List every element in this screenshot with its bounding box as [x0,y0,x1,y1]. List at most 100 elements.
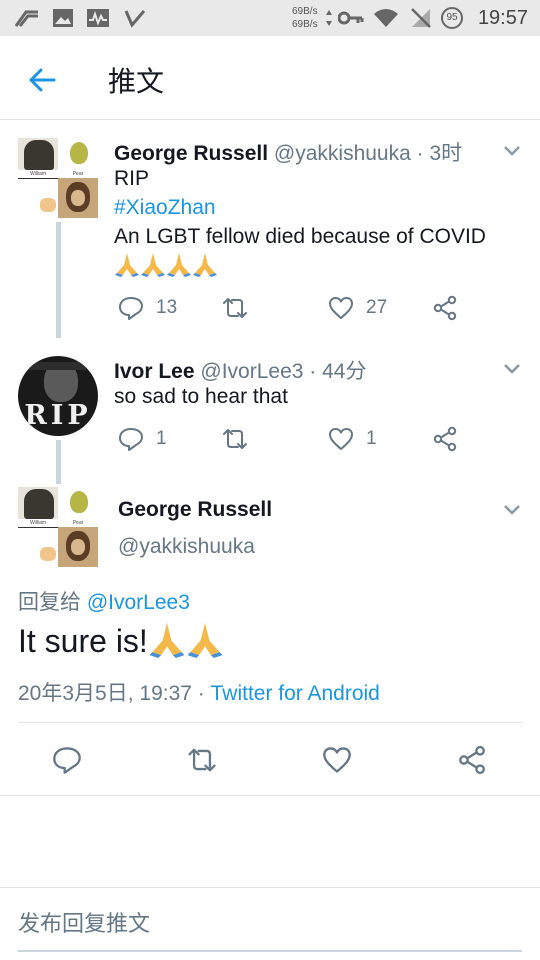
thread-line [56,440,61,484]
praying-hands-icon [149,622,185,658]
battery-level: 95 [446,12,458,23]
retweet-icon [223,429,247,449]
v-app-icon [124,10,146,28]
reply-button[interactable] [52,740,82,780]
retweet-button[interactable] [185,740,219,780]
notification-app-icon [14,10,38,27]
avatar-label-right: Pear [72,520,84,526]
retweet-icon [188,748,216,772]
net-speed-up: 69B/s [292,6,318,17]
reply-button[interactable]: 13 [118,294,177,322]
source-link[interactable]: Twitter for Android [211,682,380,705]
tweet-text: It sure is! [18,620,224,660]
heart-icon [329,297,353,319]
chevron-down-icon[interactable] [502,503,522,517]
reply-compose-input[interactable]: 发布回复推文 [18,906,522,952]
status-bar: 69B/s 69B/s 95 19:57 [0,0,540,36]
like-button[interactable]: 27 [328,294,387,322]
share-icon [433,426,457,452]
tweet-time: · 3时 [416,142,463,165]
battery-icon: 95 [441,7,463,29]
gallery-icon [53,9,73,27]
hashtag-link[interactable]: #XiaoZhan [114,193,486,222]
tweet-time: · 44分 [309,360,367,383]
net-speed-down: 69B/s [292,19,318,30]
compose-placeholder: 发布回复推文 [18,911,151,936]
tweet-text-content: It sure is! [18,623,148,659]
share-button[interactable] [432,425,458,453]
back-button[interactable] [24,62,60,98]
praying-hands-icon [167,253,191,277]
tweet-text: RIP #XiaoZhan An LGBT fellow died becaus… [114,164,486,282]
updown-arrows-icon [326,10,332,26]
thread-line [56,222,61,338]
tweet-date: 20年3月5日, 19:37 · [18,682,211,705]
avatar-rip-text: RIP [24,400,92,431]
avatar-portrait-dark: William [18,138,58,178]
app-header: 推文 [0,36,540,120]
retweet-button[interactable] [220,425,250,453]
tweet-actions: 1 1 [114,425,514,453]
praying-hands-icon [187,622,223,658]
avatar[interactable]: William Pear [18,487,98,567]
avatar-label-left: William [18,170,58,178]
heart-icon [323,747,351,773]
heart-icon [329,428,353,450]
reply-button[interactable]: 1 [118,425,167,453]
author-handle[interactable]: @IvorLee3 [200,360,303,383]
like-count: 27 [366,297,388,318]
avatar-hand [38,194,58,214]
share-button[interactable] [432,294,458,322]
like-count: 1 [366,428,377,449]
no-signal-icon [411,8,431,28]
tweet-actions: 13 27 [114,294,514,322]
back-arrow-icon [29,68,56,92]
like-button[interactable] [322,740,352,780]
praying-hands-icon [141,253,165,277]
tweet-line: An LGBT fellow died because of COVID [114,225,486,248]
reply-to-prefix: 回复给 [18,591,81,614]
wifi-icon [374,9,398,27]
reply-to-line: 回复给 @IvorLee3 [18,586,190,616]
reply-count: 1 [156,428,167,449]
avatar-shakespeare [58,527,98,567]
tweet-header: Ivor Lee @IvorLee3 · 44分 [114,355,366,385]
avatar[interactable]: William Pear [18,138,98,218]
tweet-line: RIP [114,167,150,190]
share-button[interactable] [457,740,487,780]
tweet-2[interactable]: RIP Ivor Lee @IvorLee3 · 44分 so sad to h… [0,338,540,484]
tweet-1[interactable]: William Pear George Russell @yakkishuuka… [0,120,540,338]
tweet-header: George Russell @yakkishuuka · 3时 [114,137,462,167]
avatar-label-right: Pear [72,171,84,177]
reply-count: 13 [156,297,178,318]
author-name[interactable]: George Russell [118,498,272,522]
divider [18,722,522,723]
author-handle[interactable]: @yakkishuuka [274,142,411,165]
tweet-actions [0,740,540,780]
avatar[interactable]: RIP [18,356,98,436]
chevron-down-icon[interactable] [502,362,522,376]
retweet-icon [223,298,247,318]
activity-icon [87,9,109,27]
like-button[interactable]: 1 [328,425,377,453]
key-icon [338,11,364,25]
share-icon [433,295,457,321]
chevron-down-icon[interactable] [502,144,522,158]
retweet-button[interactable] [220,294,250,322]
praying-hands-icon [115,253,139,277]
mention-link[interactable]: @IvorLee3 [87,591,190,614]
author-name[interactable]: Ivor Lee [114,360,195,383]
reply-icon [119,297,143,320]
tweet-line: so sad to hear that [114,385,288,408]
share-icon [459,745,485,775]
avatar-hand [38,543,58,563]
author-handle[interactable]: @yakkishuuka [118,535,255,559]
praying-emoji-row [114,251,486,282]
page-title: 推文 [108,66,165,97]
avatar-portrait-dark: William [18,487,58,527]
avatar-pear: Pear [58,487,98,527]
author-name[interactable]: George Russell [114,142,268,165]
reply-icon [53,747,81,774]
avatar-pear: Pear [58,138,98,178]
clock: 19:57 [477,7,528,29]
